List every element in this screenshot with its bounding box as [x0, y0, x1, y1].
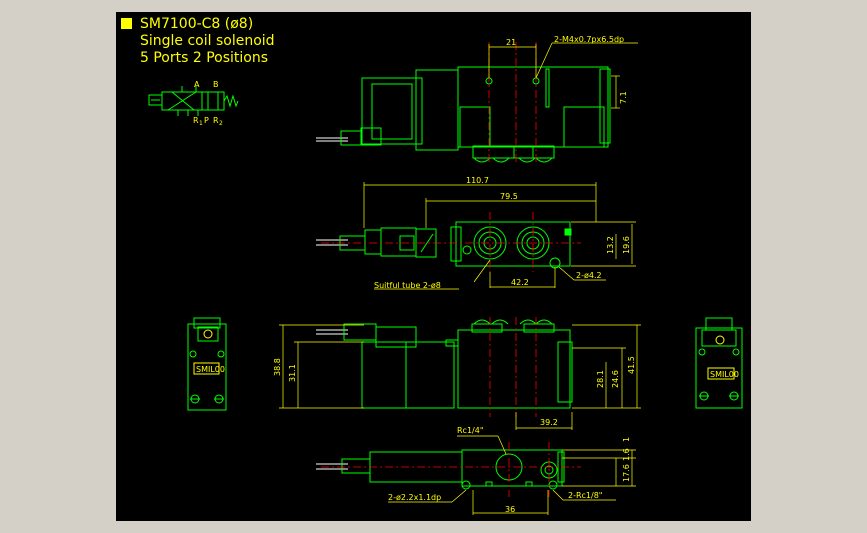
- side-coil: [361, 341, 407, 409]
- port-label-r2-sub: 2: [219, 120, 223, 127]
- dim-plan-tube: Suitful tube 2-ø8: [374, 281, 441, 290]
- port-label-r1-sub: 1: [199, 120, 203, 127]
- dim-side-spacing: 39.2: [540, 418, 558, 427]
- side-valve-body: [457, 329, 571, 409]
- side-view: [316, 319, 573, 409]
- dim-plan-mount-holes: 2-ø4.2: [576, 271, 602, 280]
- dim-plan-h2: 19.6: [622, 236, 631, 254]
- top-view-dimensions: [488, 42, 638, 109]
- dim-side-h-body: 31.1: [288, 364, 297, 382]
- mount-hole-left: [462, 245, 472, 255]
- bottom-hole-1: [461, 480, 471, 490]
- coil-housing: [361, 77, 423, 145]
- dim-bottom-pitch: 36: [505, 505, 515, 514]
- dim-bottom-h-c: 17.6: [622, 464, 631, 482]
- valve-position-box-2: [201, 91, 225, 111]
- dim-plan-overall: 110.7: [466, 176, 489, 185]
- dim-top-threads: 2-M4x0.7px6.5dp: [554, 35, 624, 44]
- title-block: SM7100-C8 (ø8) Single coil solenoid 5 Po…: [121, 16, 275, 66]
- dim-side-h-total: 38.8: [273, 358, 282, 376]
- dim-bottom-h-a: 1: [622, 437, 631, 442]
- left-end-view: [187, 317, 227, 411]
- top-elevation-view: [316, 66, 611, 163]
- label-plate-front-text: SMIL00: [196, 365, 225, 374]
- cad-drawing: SM7100-C8 (ø8) Single coil solenoid 5 Po…: [121, 16, 743, 515]
- right-end-view: [695, 317, 743, 409]
- cad-viewport[interactable]: SM7100-C8 (ø8) Single coil solenoid 5 Po…: [116, 12, 751, 521]
- bottom-hole-2: [548, 480, 558, 490]
- dim-plan-body: 79.5: [500, 192, 518, 201]
- label-plate-side-text: SMIL00: [710, 370, 739, 379]
- title-ports: 5 Ports 2 Positions: [140, 50, 268, 66]
- spring-icon: [223, 94, 239, 108]
- dim-side-h-max: 41.5: [627, 356, 636, 374]
- dim-plan-h1: 13.2: [606, 236, 615, 254]
- bottom-view: [316, 449, 565, 490]
- port-label-p: P: [204, 116, 209, 125]
- dim-bottom-holes: 2-ø2.2x1.1dp: [388, 493, 441, 502]
- title-model: SM7100-C8 (ø8): [140, 16, 253, 32]
- bottom-valve-body: [461, 449, 563, 487]
- dim-side-h-port: 24.6: [611, 370, 620, 388]
- dim-side-h-base: 28.1: [596, 370, 605, 388]
- plan-valve-body: [455, 221, 571, 267]
- port-label-b: B: [213, 80, 219, 89]
- bottom-view-dimensions: [388, 435, 636, 515]
- dim-top-pitch: 21: [506, 38, 516, 47]
- dim-bottom-port-main: Rc1/4": [457, 426, 484, 435]
- port-label-a: A: [194, 80, 200, 89]
- dim-plan-port-pitch: 42.2: [511, 278, 529, 287]
- dim-bottom-h-b: 1.6: [622, 448, 631, 461]
- dim-bottom-ports-pilot: 2-Rc1/8": [568, 491, 603, 500]
- title-marker-square: [121, 18, 132, 29]
- pneumatic-symbol: [148, 86, 239, 116]
- title-description: Single coil solenoid: [140, 33, 275, 49]
- top-view-centerlines: [488, 42, 537, 162]
- side-view-dimensions: [279, 324, 641, 430]
- dim-top-height: 7.1: [619, 91, 628, 104]
